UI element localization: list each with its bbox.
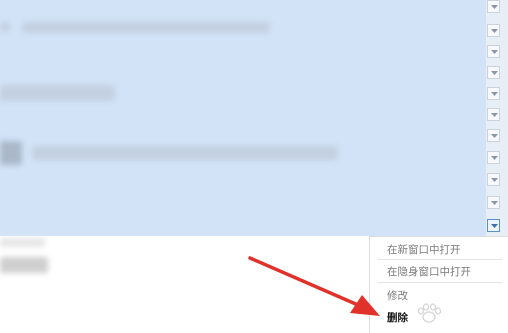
annotation-arrow-icon [248, 256, 380, 316]
